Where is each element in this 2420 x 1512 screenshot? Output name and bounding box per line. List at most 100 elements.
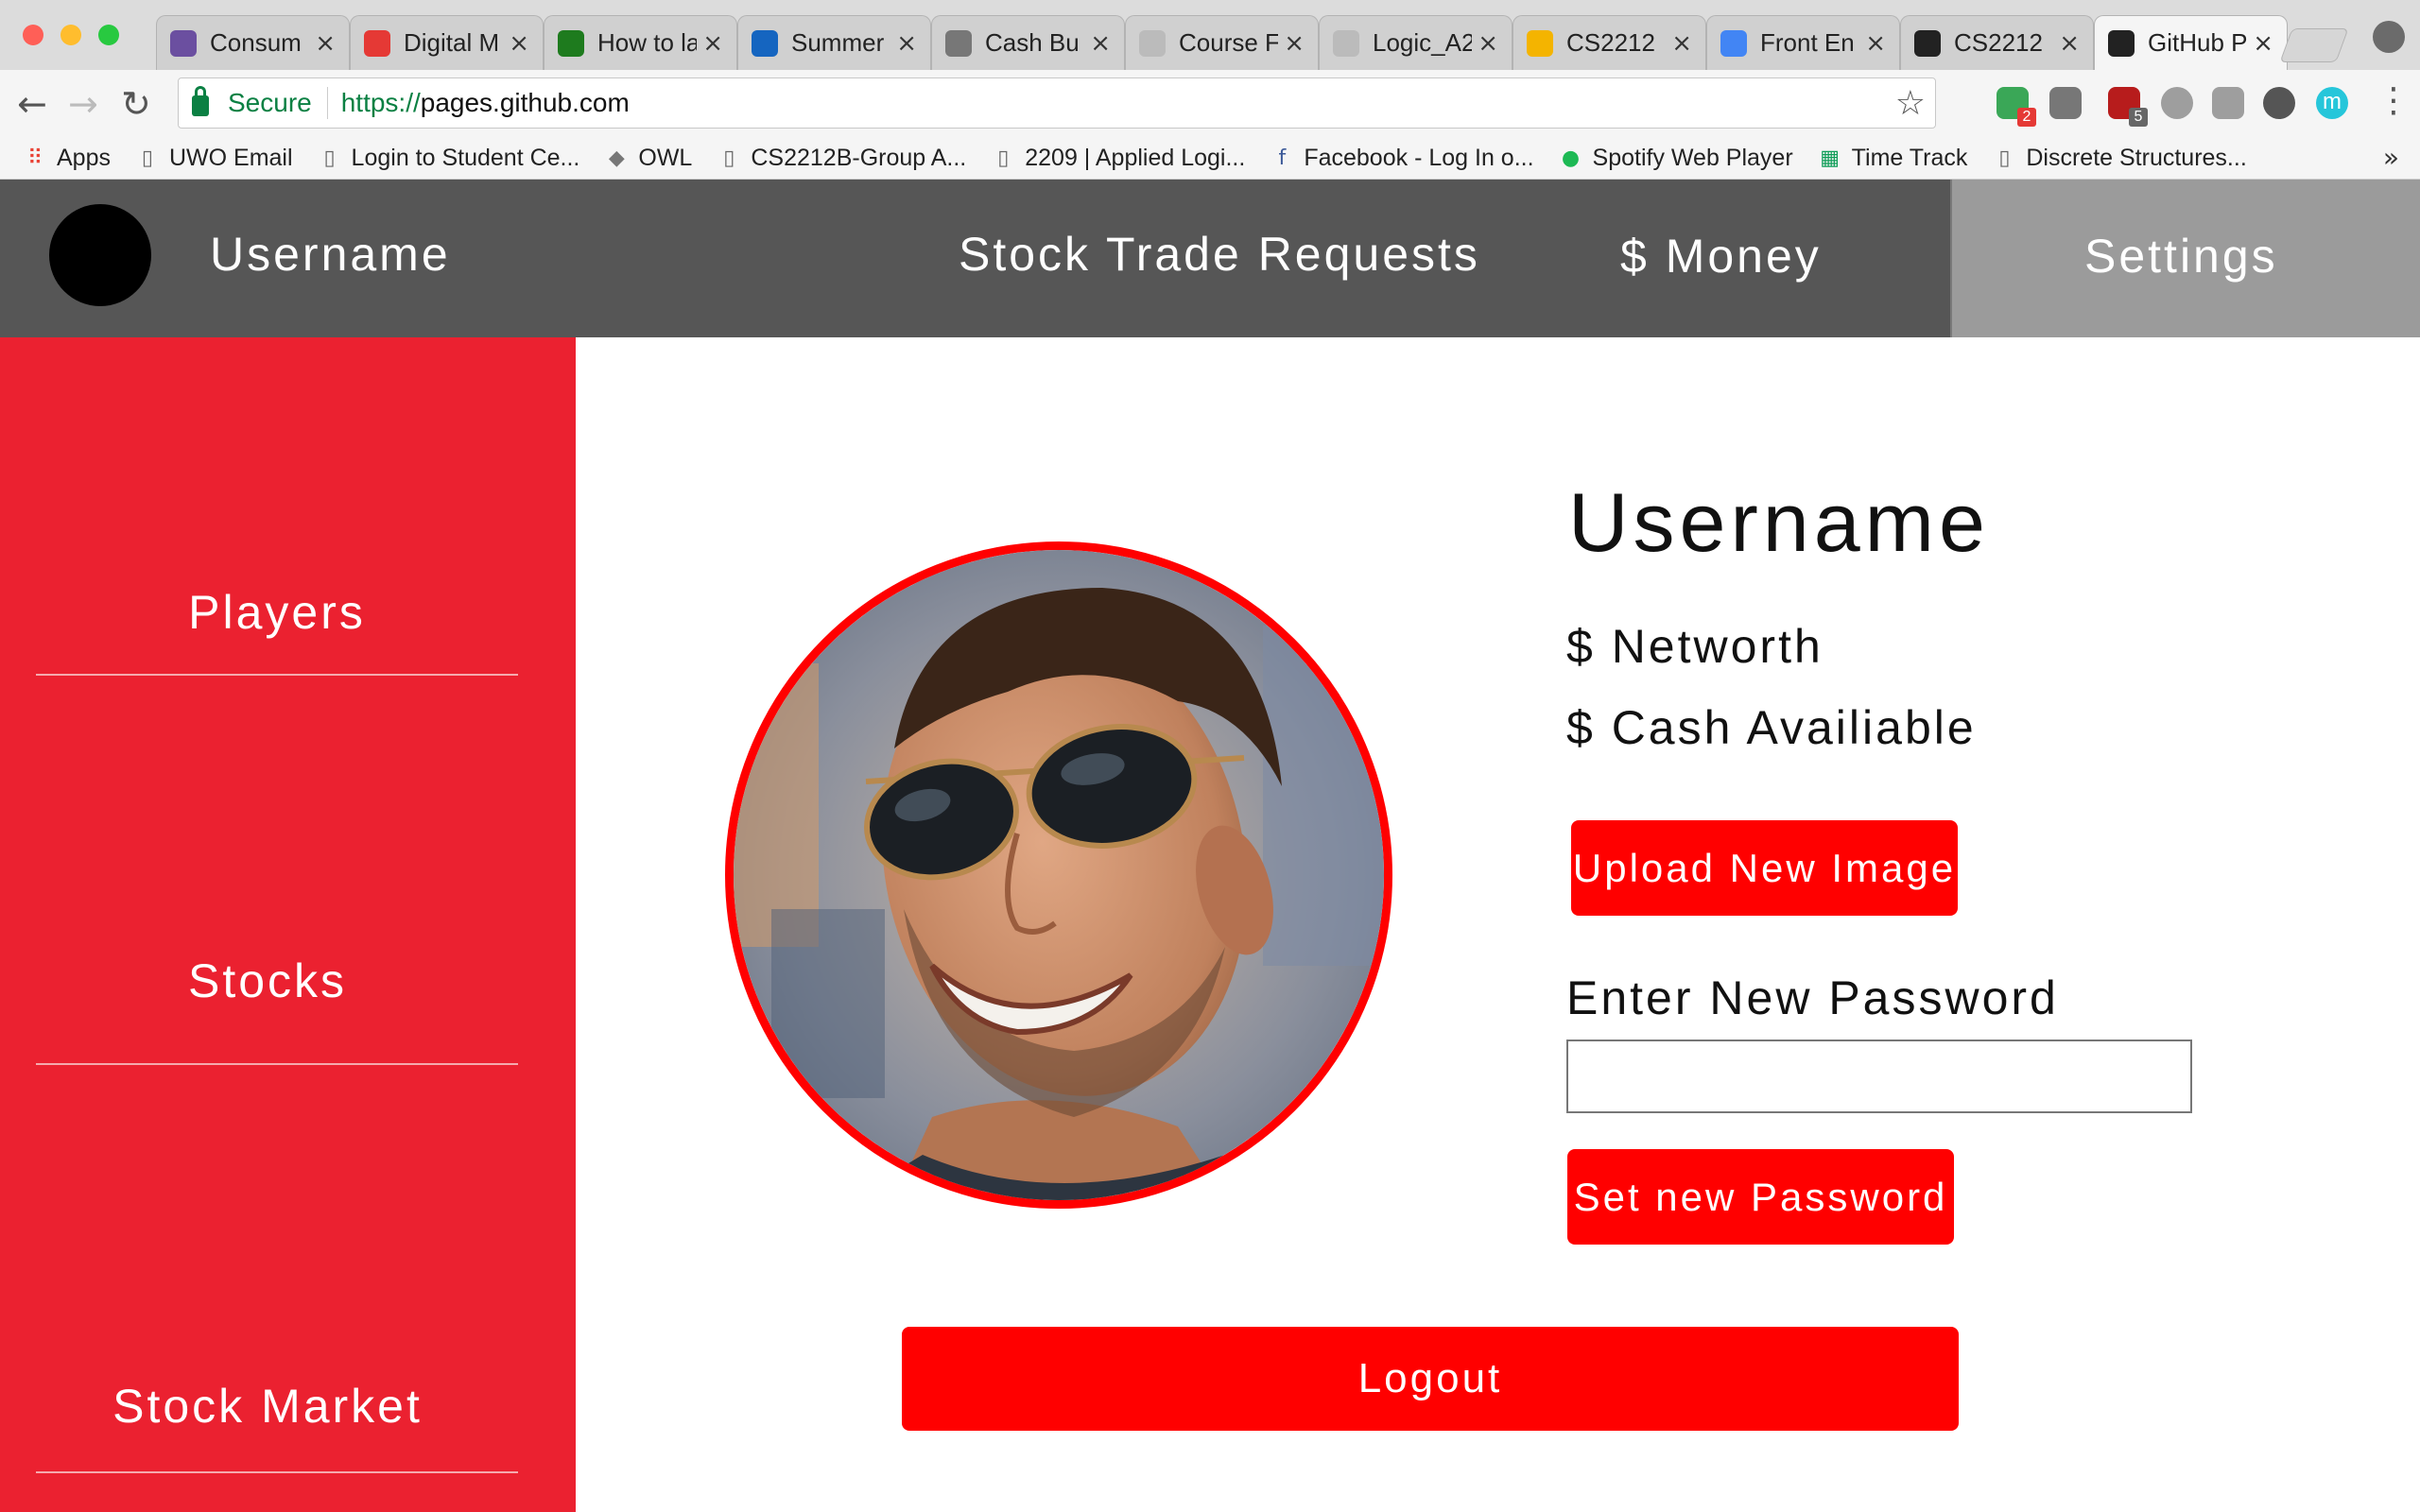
- browser-tab[interactable]: Consum ×: [156, 15, 350, 70]
- bookmark-star-icon[interactable]: ☆: [1895, 84, 1926, 123]
- forward-icon[interactable]: →: [68, 83, 98, 125]
- browser-tab[interactable]: Logic_A2 ×: [1319, 15, 1512, 70]
- browser-tab[interactable]: Course F ×: [1125, 15, 1319, 70]
- code-icon: [558, 29, 584, 57]
- nav-money[interactable]: $ Money: [1620, 229, 1822, 284]
- set-password-button[interactable]: Set new Password: [1567, 1149, 1954, 1245]
- password-label: Enter New Password: [1566, 971, 2059, 1024]
- bookmark-label: 2209 | Applied Logi...: [1025, 145, 1246, 171]
- sidebar-item-stock-market[interactable]: Stock Market: [26, 1379, 509, 1434]
- bookmark-item[interactable]: ▯ CS2212B-Group A...: [718, 145, 966, 172]
- facebook-icon: f: [1278, 146, 1287, 170]
- sidebar-item-stocks[interactable]: Stocks: [26, 954, 509, 1008]
- browser-tab[interactable]: Front En ×: [1706, 15, 1900, 70]
- sidebar-divider: [36, 1471, 518, 1473]
- logout-button[interactable]: Logout: [902, 1327, 1959, 1431]
- sidebar-divider: [36, 1063, 518, 1065]
- power-icon[interactable]: [2161, 87, 2193, 119]
- close-window-button[interactable]: [23, 25, 43, 45]
- tab-title: Consum: [210, 28, 302, 57]
- reload-icon[interactable]: ↻: [121, 83, 151, 125]
- mustang-icon: ◆: [608, 146, 625, 170]
- bookmark-item[interactable]: ▯ Login to Student Ce...: [320, 145, 580, 172]
- browser-tab[interactable]: CS2212 ×: [1900, 15, 2094, 70]
- profile-icon[interactable]: [2373, 21, 2405, 53]
- sidebar-item-players[interactable]: Players: [36, 585, 518, 640]
- tab-close-icon[interactable]: ×: [509, 29, 529, 58]
- recycle-icon[interactable]: [2212, 87, 2244, 119]
- url-host: pages.github.com: [420, 88, 630, 117]
- bookmark-label: CS2212B-Group A...: [751, 145, 967, 171]
- tab-title: Cash Bu: [985, 28, 1080, 57]
- minimize-window-button[interactable]: [60, 25, 81, 45]
- tab-title: Summer: [791, 28, 885, 57]
- browser-tab[interactable]: Digital M ×: [350, 15, 544, 70]
- bookmark-item[interactable]: ● Spotify Web Player: [1561, 145, 1793, 172]
- tab-close-icon[interactable]: ×: [2059, 29, 2080, 58]
- browser-tab[interactable]: CS2212 ×: [1512, 15, 1706, 70]
- tab-close-icon[interactable]: ×: [1090, 29, 1111, 58]
- back-icon[interactable]: ←: [17, 83, 47, 125]
- tab-strip: Consum × Digital M × How to la × Summer × Cash B…: [156, 15, 2288, 70]
- address-bar[interactable]: Secure https:// pages.github.com ☆: [178, 77, 1936, 129]
- tab-title: Digital M: [404, 28, 500, 57]
- upload-image-button[interactable]: Upload New Image: [1571, 820, 1958, 916]
- omnibox-divider: [326, 87, 328, 119]
- extension-badge: 5: [2129, 108, 2148, 127]
- tab-close-icon[interactable]: ×: [1865, 29, 1886, 58]
- bookmark-label: Discrete Structures...: [2026, 145, 2247, 171]
- profile-photo: [725, 541, 1392, 1209]
- nav-stock-trade-requests[interactable]: Stock Trade Requests: [959, 227, 1480, 282]
- maximize-window-button[interactable]: [98, 25, 119, 45]
- browser-tab[interactable]: GitHub P ×: [2094, 15, 2288, 70]
- bank-icon: [752, 29, 778, 57]
- bookmark-item[interactable]: f Facebook - Log In o...: [1271, 145, 1533, 172]
- drive-ext-icon[interactable]: [2049, 87, 2082, 119]
- browser-tab-bar: Consum × Digital M × How to la × Summer × Cash B…: [0, 0, 2420, 70]
- nav-settings-tab[interactable]: Settings: [1950, 180, 2420, 337]
- bookmark-item[interactable]: ▦ Time Track: [1820, 145, 1967, 172]
- bookmark-item[interactable]: ◆ OWL: [606, 145, 692, 172]
- tab-close-icon[interactable]: ×: [702, 29, 723, 58]
- tab-close-icon[interactable]: ×: [1284, 29, 1305, 58]
- tab-title: CS2212: [1566, 28, 1655, 57]
- tab-close-icon[interactable]: ×: [1478, 29, 1498, 58]
- new-tab-button[interactable]: [2279, 28, 2349, 62]
- tab-title: How to la: [597, 28, 698, 57]
- profile-photo-illustration: [734, 550, 1384, 1200]
- ublock-icon[interactable]: 5: [2108, 87, 2148, 127]
- menu-dots-icon[interactable]: ⋮: [2377, 81, 2411, 120]
- tab-close-icon[interactable]: ×: [2253, 29, 2273, 58]
- avatar[interactable]: [49, 204, 151, 306]
- networth-label: $ Networth: [1566, 620, 1824, 673]
- bookmark-item[interactable]: ▯ Discrete Structures...: [1994, 145, 2246, 172]
- color-wheel-icon[interactable]: [2263, 87, 2295, 119]
- more-bookmarks-icon[interactable]: »: [2383, 142, 2399, 173]
- secure-label: Secure: [228, 88, 312, 117]
- browser-tab[interactable]: How to la ×: [544, 15, 737, 70]
- tab-title: GitHub P: [2148, 28, 2248, 57]
- new-password-input[interactable]: [1566, 1040, 2192, 1113]
- page-icon: ▯: [723, 146, 735, 170]
- bookmark-label: Login to Student Ce...: [351, 145, 580, 171]
- tab-close-icon[interactable]: ×: [315, 29, 336, 58]
- mustang-icon: [945, 29, 972, 57]
- bookmark-item[interactable]: ▯ 2209 | Applied Logi...: [993, 145, 1245, 172]
- github-icon: [1914, 29, 1941, 57]
- bookmark-label: UWO Email: [168, 145, 293, 171]
- page-icon: ▯: [1998, 146, 2011, 170]
- page-icon: ▯: [323, 146, 336, 170]
- browser-tab[interactable]: Cash Bu ×: [931, 15, 1125, 70]
- browser-tab[interactable]: Summer ×: [737, 15, 931, 70]
- bookmark-label: OWL: [638, 145, 693, 171]
- nav-username[interactable]: Username: [210, 227, 451, 282]
- m-circle-icon[interactable]: m: [2316, 87, 2348, 119]
- profile-username: Username: [1568, 475, 1990, 569]
- tab-close-icon[interactable]: ×: [1671, 29, 1692, 58]
- bookmark-item[interactable]: ⠿ Apps: [25, 145, 111, 172]
- bookmark-item[interactable]: ▯ UWO Email: [137, 145, 293, 172]
- puzzle-icon[interactable]: 2: [1996, 87, 2036, 127]
- url-scheme: https://: [340, 88, 421, 117]
- sidebar: Players Stocks Stock Market: [0, 337, 576, 1512]
- tab-close-icon[interactable]: ×: [896, 29, 917, 58]
